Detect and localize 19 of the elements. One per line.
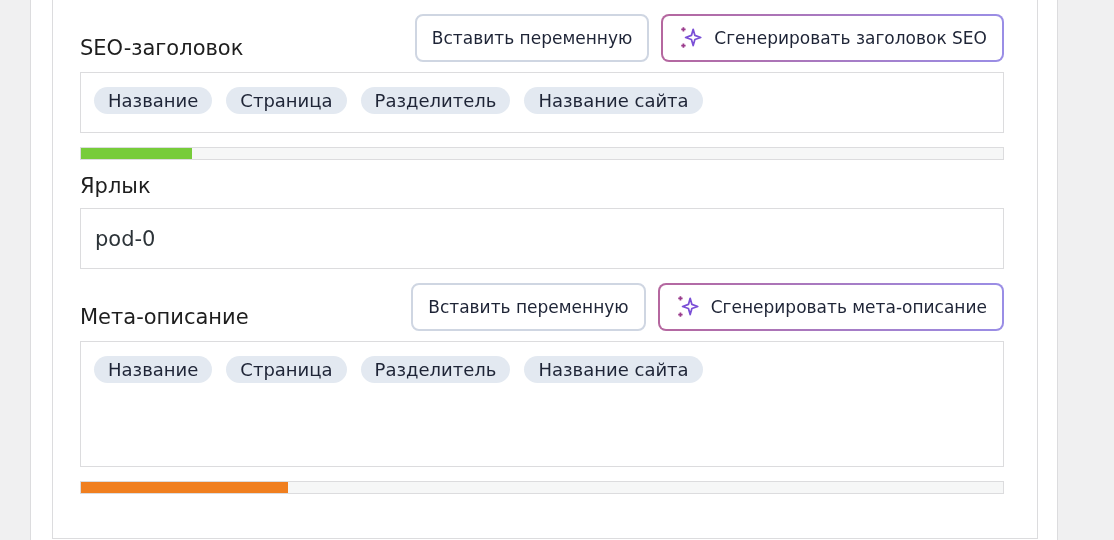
title-field[interactable]: Название Страница Разделитель Название сайта [80,72,1004,133]
variable-tag[interactable]: Название сайта [524,87,703,114]
insert-variable-button[interactable]: Вставить переменную [411,283,646,331]
variable-tag[interactable]: Разделитель [360,356,511,383]
insert-variable-button[interactable]: Вставить переменную [414,14,650,62]
variable-tag[interactable]: Название [94,356,213,383]
field-label: SEO-заголовок [80,36,244,62]
sparkle-icon [678,25,705,51]
field-label: Ярлык [80,174,151,200]
variable-tag[interactable]: Разделитель [360,87,511,114]
variable-tag[interactable]: Страница [226,356,347,383]
slug-input[interactable]: pod-0 [80,208,1004,269]
field-label: Мета-описание [80,305,249,331]
variable-tag[interactable]: Название сайта [524,356,703,383]
variable-tag[interactable]: Название [94,87,213,114]
generate-button[interactable]: Сгенерировать заголовок SEO [661,14,1004,62]
variable-tag[interactable]: Страница [226,87,347,114]
description-field[interactable]: Название Страница Разделитель Название сайта [80,341,1004,467]
generate-button[interactable]: Сгенерировать мета-описание [657,283,1004,331]
